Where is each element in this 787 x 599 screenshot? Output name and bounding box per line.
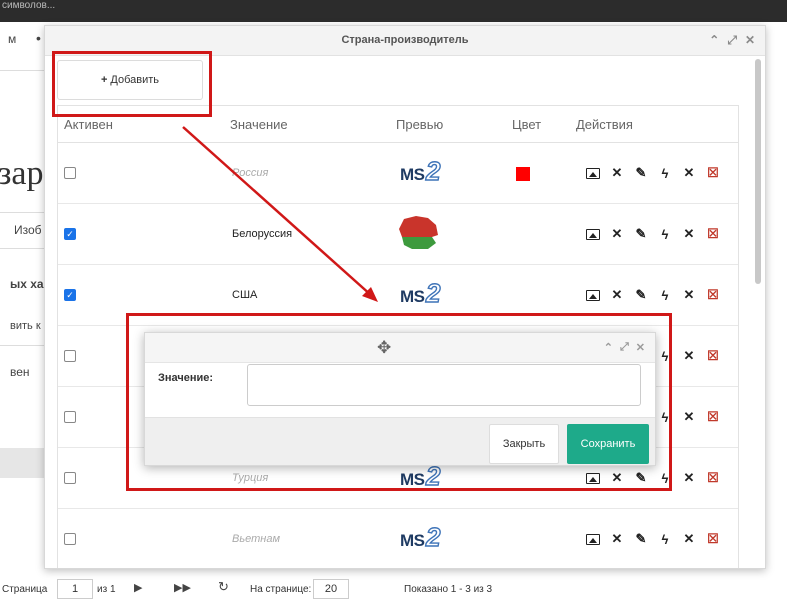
page-label: Страница <box>2 584 48 595</box>
page-of-label: из 1 <box>97 584 116 595</box>
page-input[interactable]: 1 <box>57 579 93 599</box>
per-page-input[interactable]: 20 <box>313 579 349 599</box>
last-page-icon[interactable]: ▶▶ <box>174 581 191 594</box>
shown-count: Показано 1 - 3 из 3 <box>404 584 493 595</box>
next-page-icon[interactable]: ▶ <box>134 581 142 594</box>
per-page-label: На странице: <box>250 584 312 595</box>
annotation-arrow <box>182 126 378 302</box>
pager: Страница 1 из 1 ▶ ▶▶ ↻ На странице: 20 П… <box>0 576 787 599</box>
refresh-icon[interactable]: ↻ <box>218 579 229 595</box>
